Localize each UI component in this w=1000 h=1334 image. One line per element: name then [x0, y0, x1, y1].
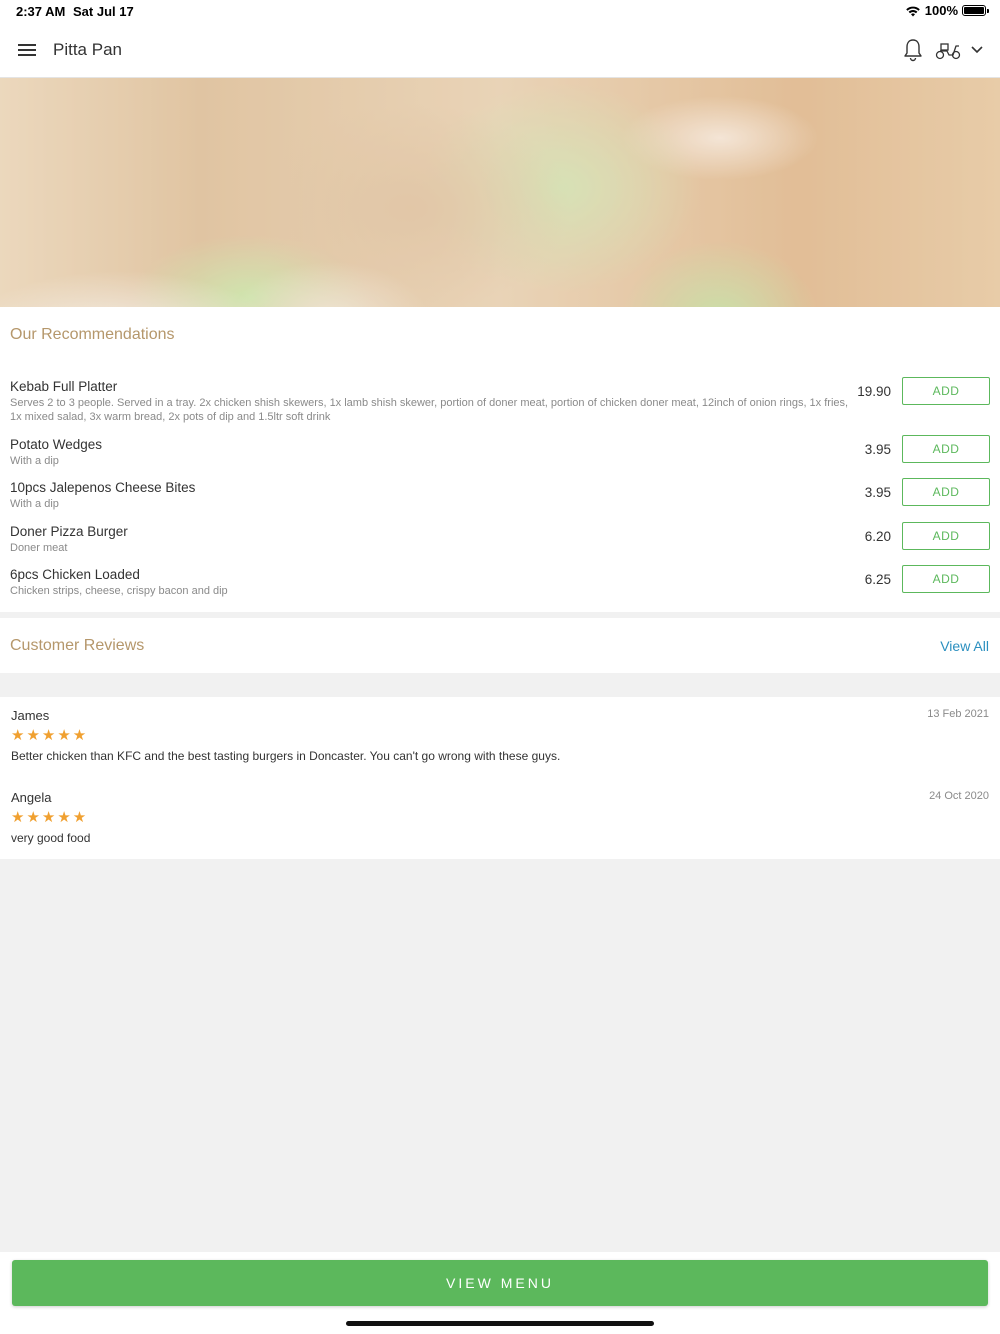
item-name: Potato Wedges [10, 437, 103, 452]
scooter-icon[interactable] [935, 40, 961, 60]
add-button[interactable]: ADD [902, 377, 990, 405]
view-menu-button[interactable]: VIEW MENU [12, 1260, 988, 1306]
item-description: With a dip [10, 498, 59, 510]
add-button[interactable]: ADD [902, 522, 990, 550]
chevron-down-icon[interactable] [970, 43, 984, 57]
add-button[interactable]: ADD [902, 435, 990, 463]
item-name: 6pcs Chicken Loaded [10, 567, 140, 582]
item-description: Chicken strips, cheese, crispy bacon and… [10, 585, 228, 597]
review-text: very good food [11, 831, 91, 845]
add-button[interactable]: ADD [902, 478, 990, 506]
review-text: Better chicken than KFC and the best tas… [11, 749, 561, 763]
hero-image [0, 78, 1000, 307]
star-rating: ★★★★★ [11, 809, 89, 826]
battery-percent: 100% [924, 3, 958, 18]
battery-icon [962, 5, 989, 16]
status-time: 2:37 AM [16, 4, 66, 19]
star-rating: ★★★★★ [11, 727, 89, 744]
section-title-reviews: Customer Reviews [10, 637, 145, 654]
page-title: Pitta Pan [53, 40, 122, 59]
item-price: 6.25 [864, 572, 891, 587]
item-price: 3.95 [864, 442, 891, 457]
bell-icon[interactable] [902, 38, 924, 62]
reviewer-name: Angela [11, 790, 52, 805]
item-description: Doner meat [10, 542, 68, 554]
reviews-list: James 13 Feb 2021 ★★★★★ Better chicken t… [0, 697, 1000, 859]
reviews-header: Customer Reviews View All [0, 618, 1000, 673]
view-all-link[interactable]: View All [940, 638, 989, 654]
item-price: 19.90 [857, 384, 891, 399]
status-bar: 2:37 AM Sat Jul 17 100% [0, 0, 1000, 24]
item-price: 3.95 [864, 485, 891, 500]
review-date: 13 Feb 2021 [927, 708, 989, 720]
recommendations-section: Our Recommendations Kebab Full Platter S… [0, 307, 1000, 612]
reviewer-name: James [11, 708, 50, 723]
section-title-recommendations: Our Recommendations [10, 326, 175, 343]
item-name: Kebab Full Platter [10, 379, 118, 394]
add-button[interactable]: ADD [902, 565, 990, 593]
item-name: Doner Pizza Burger [10, 524, 128, 539]
item-name: 10pcs Jalepenos Cheese Bites [10, 480, 196, 495]
home-indicator [346, 1321, 654, 1326]
item-price: 6.20 [864, 529, 891, 544]
wifi-icon [905, 6, 920, 16]
item-description: With a dip [10, 455, 59, 467]
top-navbar: Pitta Pan [0, 24, 1000, 78]
hamburger-menu-icon[interactable] [17, 40, 37, 60]
review-date: 24 Oct 2020 [929, 790, 989, 802]
item-description: Serves 2 to 3 people. Served in a tray. … [10, 397, 849, 423]
status-right: 100% [905, 3, 989, 18]
status-date: Sat Jul 17 [73, 4, 134, 19]
